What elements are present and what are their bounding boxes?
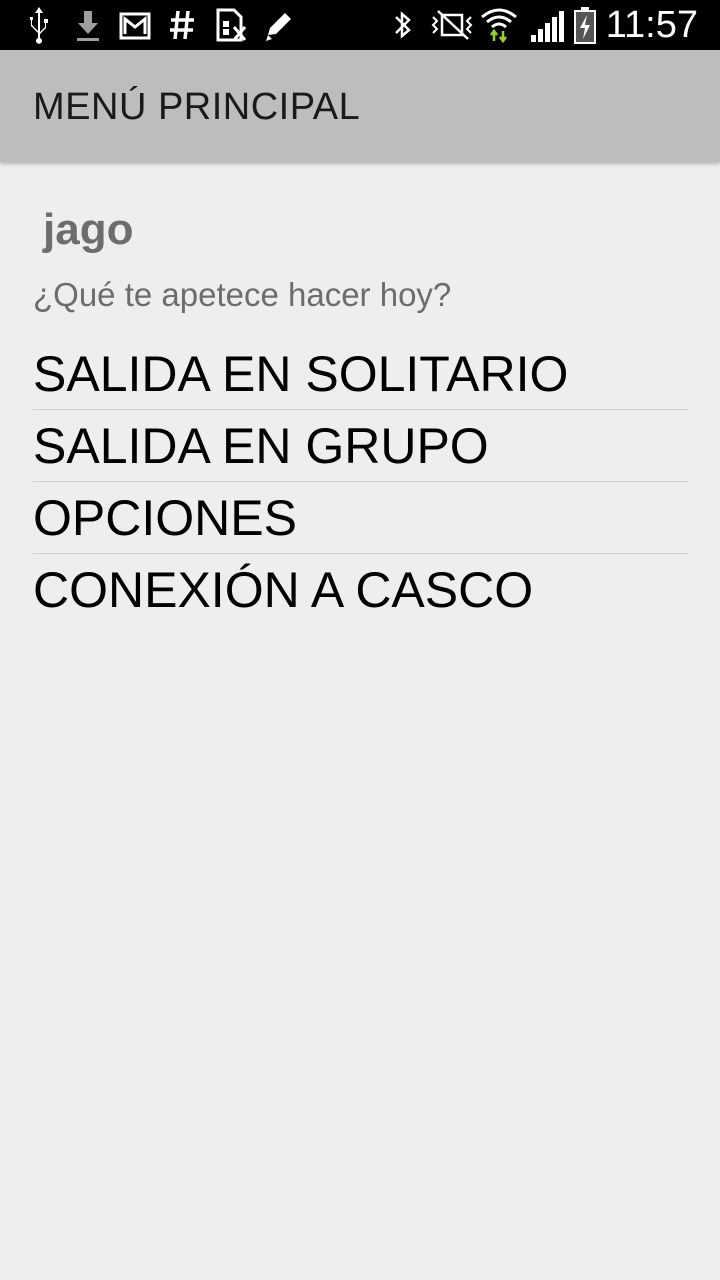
prompt-text: ¿Qué te apetece hacer hoy?	[33, 276, 452, 313]
usb-icon	[30, 7, 48, 44]
hashtag-icon	[170, 10, 194, 40]
nfc-icon	[431, 10, 473, 40]
page-title: MENÚ PRINCIPAL	[33, 86, 361, 128]
menu-item-salida-en-grupo[interactable]: SALIDA EN GRUPO	[33, 410, 688, 482]
menu-item-salida-en-solitario[interactable]: SALIDA EN SOLITARIO	[33, 338, 688, 410]
battery-charging-icon	[574, 7, 596, 44]
sim-card-icon	[216, 8, 247, 42]
status-time: 11:57	[605, 4, 698, 46]
status-bar: 11:57	[0, 0, 720, 50]
bluetooth-icon	[395, 11, 411, 39]
action-bar: MENÚ PRINCIPAL	[0, 50, 720, 162]
pencil-icon	[266, 13, 291, 41]
menu-item-opciones[interactable]: OPCIONES	[33, 482, 688, 554]
username-label: jago	[43, 205, 134, 254]
gmail-icon	[119, 12, 151, 40]
signal-icon	[531, 11, 564, 42]
app-screen: 11:57 MENÚ PRINCIPAL jago ¿Qué te apetec…	[0, 0, 720, 1280]
main-menu-list: SALIDA EN SOLITARIO SALIDA EN GRUPO OPCI…	[33, 338, 688, 625]
download-icon	[77, 11, 99, 41]
menu-item-conexion-a-casco[interactable]: CONEXIÓN A CASCO	[33, 554, 688, 625]
wifi-icon	[481, 8, 517, 44]
